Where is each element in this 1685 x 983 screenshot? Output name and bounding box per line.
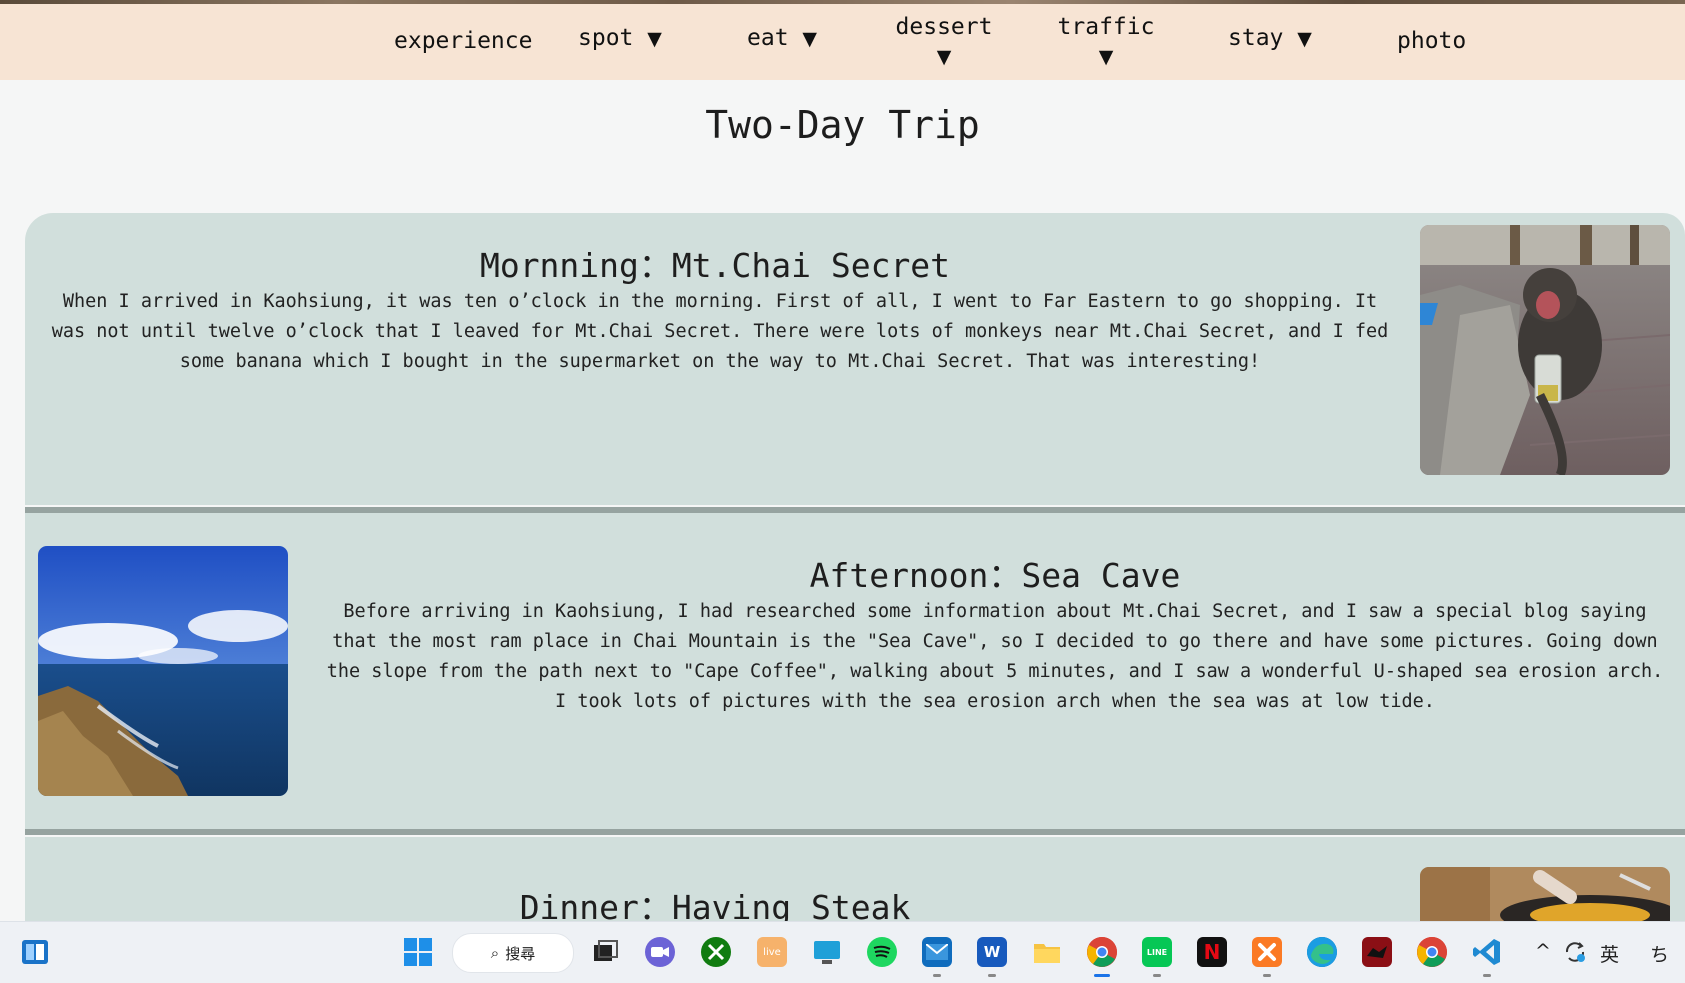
section-divider: [25, 829, 1685, 835]
page-title: Two-Day Trip: [705, 103, 980, 147]
running-indicator: [1153, 974, 1161, 977]
monkey-photo: [1420, 225, 1670, 475]
ime-mode-icon[interactable]: ち: [1650, 940, 1669, 967]
section-morning: Mornning：Mt.Chai Secret When I arrived i…: [25, 213, 1685, 505]
section-title: Mornning：Mt.Chai Secret: [479, 246, 951, 285]
xampp-icon[interactable]: [1252, 937, 1282, 967]
live-label: live: [763, 946, 781, 958]
nav-label: dessert: [895, 14, 993, 40]
search-label: 搜尋: [505, 944, 536, 963]
nav-item-spot[interactable]: spot ▼: [578, 25, 662, 51]
chrome-icon[interactable]: [1417, 937, 1447, 967]
xbox-icon[interactable]: [701, 937, 731, 967]
active-indicator: [1094, 974, 1110, 977]
nav-label: photo: [1397, 28, 1467, 54]
taskbar-search[interactable]: ⌕ 搜尋: [452, 933, 574, 973]
word-icon[interactable]: W: [977, 937, 1007, 967]
task-view-icon[interactable]: [590, 937, 620, 967]
windows-taskbar: ⌕ 搜尋 live W LINE N ^ 英 ち: [0, 921, 1685, 983]
file-explorer-icon[interactable]: [1032, 937, 1062, 967]
nav-label: eat: [747, 25, 789, 51]
live-icon[interactable]: live: [757, 937, 787, 967]
nav-item-eat[interactable]: eat ▼: [747, 25, 817, 51]
nav-label: spot: [578, 25, 634, 51]
dropdown-arrow-icon: ▼: [1297, 28, 1312, 50]
nav-item-traffic[interactable]: traffic ▼: [1057, 14, 1155, 68]
dropdown-arrow-icon: ▼: [647, 28, 662, 50]
chrome-icon[interactable]: [1087, 937, 1117, 967]
widgets-icon[interactable]: [20, 937, 50, 967]
running-indicator: [933, 974, 941, 977]
nav-label: experience: [394, 28, 533, 54]
running-indicator: [988, 974, 996, 977]
netflix-label: N: [1203, 940, 1221, 964]
running-indicator: [1263, 974, 1271, 977]
mail-icon[interactable]: [922, 937, 952, 967]
nav-label: traffic: [1057, 14, 1155, 40]
sea-photo: [38, 546, 288, 796]
line-icon[interactable]: LINE: [1142, 937, 1172, 967]
nav-item-photo[interactable]: photo: [1397, 28, 1466, 54]
dropdown-arrow-icon: ▼: [802, 28, 818, 50]
section-text: When I arrived in Kaohsiung, it was ten …: [51, 291, 1389, 372]
top-navbar: experience spot ▼ eat ▼ dessert ▼ traffi…: [0, 4, 1685, 80]
vscode-icon[interactable]: [1472, 937, 1502, 967]
steak-photo: [1420, 867, 1670, 927]
edge-icon[interactable]: [1307, 937, 1337, 967]
sync-icon[interactable]: [1562, 939, 1588, 965]
section-title: Afternoon：Sea Cave: [809, 556, 1181, 595]
nav-item-experience[interactable]: experience: [394, 28, 532, 54]
input-language[interactable]: 英: [1600, 940, 1619, 967]
remote-desktop-icon[interactable]: [812, 937, 842, 967]
word-label: W: [983, 943, 1001, 961]
line-label: LINE: [1146, 947, 1168, 957]
nav-item-dessert[interactable]: dessert ▼: [895, 14, 993, 68]
start-icon[interactable]: [403, 937, 433, 967]
nav-label: stay: [1228, 25, 1284, 51]
teams-chat-icon[interactable]: [645, 937, 675, 967]
section-text: Before arriving in Kaohsiung, I had rese…: [326, 601, 1664, 712]
section-afternoon: Afternoon：Sea Cave Before arriving in Ka…: [25, 513, 1685, 829]
dropdown-arrow-icon: ▼: [1098, 46, 1114, 68]
running-indicator: [1483, 974, 1491, 977]
game-icon[interactable]: [1362, 937, 1392, 967]
nav-item-stay[interactable]: stay ▼: [1228, 25, 1312, 51]
spotify-icon[interactable]: [867, 937, 897, 967]
netflix-icon[interactable]: N: [1197, 937, 1227, 967]
search-icon: ⌕: [490, 944, 500, 962]
tray-chevron-icon[interactable]: ^: [1535, 940, 1551, 962]
dropdown-arrow-icon: ▼: [936, 46, 952, 68]
